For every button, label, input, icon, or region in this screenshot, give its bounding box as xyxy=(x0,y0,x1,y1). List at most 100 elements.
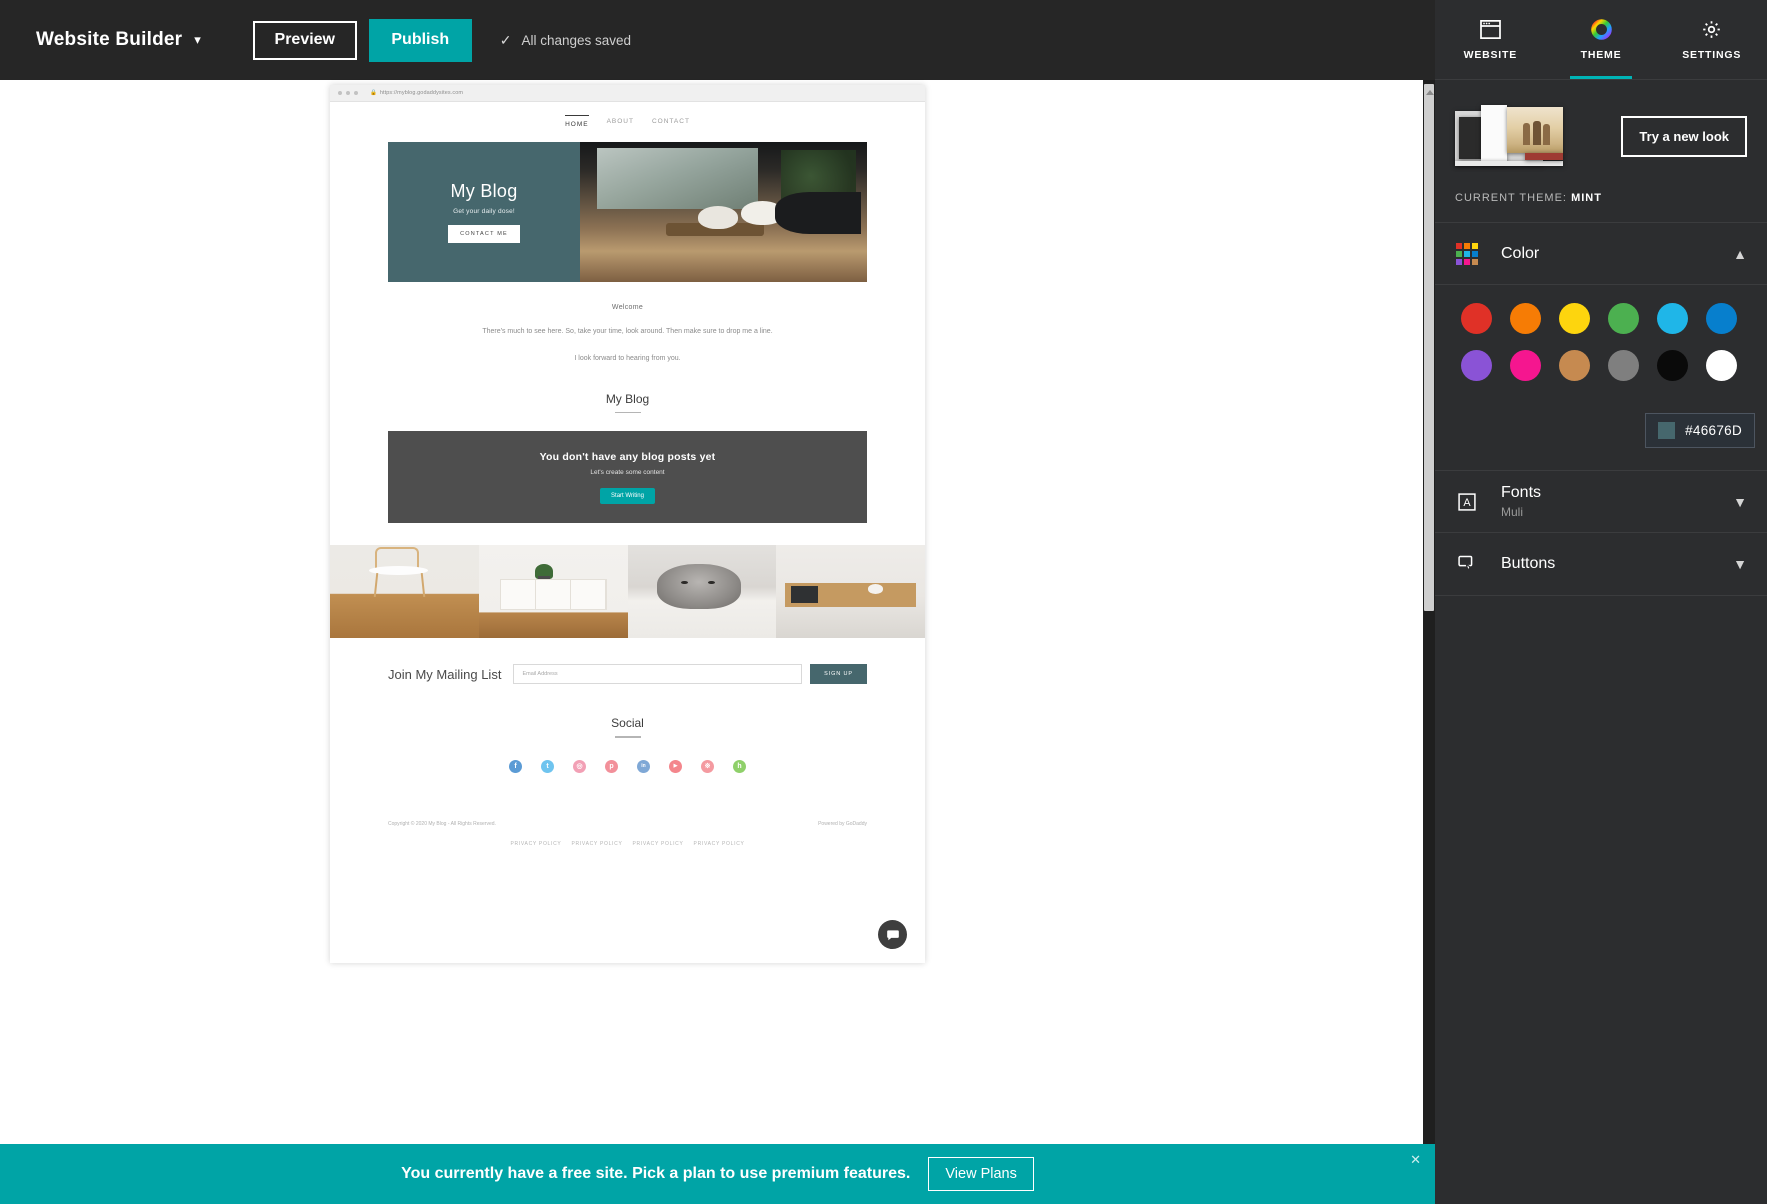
hero-title: My Blog xyxy=(450,181,518,201)
editor-canvas: 🔒 https://myblog.godaddysites.com HOME A… xyxy=(0,80,1435,1144)
empty-blog-card: You don't have any blog posts yet Let's … xyxy=(388,431,867,524)
privacy-policy-link[interactable]: PRIVACY POLICY xyxy=(510,841,561,847)
linkedin-icon[interactable]: in xyxy=(637,759,650,773)
social-section-header: Social xyxy=(330,716,925,738)
hero-photo xyxy=(580,142,867,282)
swatch-row-1 xyxy=(1461,303,1741,334)
chevron-down-icon[interactable]: ▼ xyxy=(1733,494,1747,510)
close-icon[interactable]: ✕ xyxy=(1410,1152,1421,1168)
welcome-section[interactable]: Welcome There's much to see here. So, ta… xyxy=(330,282,925,362)
view-plans-button[interactable]: View Plans xyxy=(928,1157,1034,1191)
chevron-down-icon[interactable]: ▼ xyxy=(1733,556,1747,572)
nav-item-contact[interactable]: CONTACT xyxy=(652,118,690,127)
privacy-policy-link[interactable]: PRIVACY POLICY xyxy=(694,841,745,847)
publish-button[interactable]: Publish xyxy=(368,18,472,62)
social-section-title: Social xyxy=(611,716,644,731)
theme-thumbnail[interactable] xyxy=(1455,103,1565,169)
welcome-paragraph: There's much to see here. So, take your … xyxy=(482,328,773,335)
swatch-purple[interactable] xyxy=(1461,350,1492,381)
welcome-heading: Welcome xyxy=(611,304,644,311)
browser-chrome: 🔒 https://myblog.godaddysites.com xyxy=(330,85,925,102)
email-input[interactable]: Email Address xyxy=(513,664,803,685)
theme-thumb-white-panel xyxy=(1481,105,1507,163)
current-theme-label: CURRENT THEME: MINT xyxy=(1435,192,1767,222)
swatch-blue[interactable] xyxy=(1706,303,1737,334)
swatch-cyan[interactable] xyxy=(1657,303,1688,334)
font-a-icon: A xyxy=(1455,490,1479,514)
tab-theme[interactable]: THEME xyxy=(1546,0,1657,79)
swatch-orange[interactable] xyxy=(1510,303,1541,334)
color-section-header[interactable]: Color ▲ xyxy=(1435,222,1767,284)
swatch-yellow[interactable] xyxy=(1559,303,1590,334)
hex-color-field[interactable]: #46676D xyxy=(1645,413,1755,448)
yelp-icon[interactable]: ※ xyxy=(701,759,714,773)
empty-blog-title: You don't have any blog posts yet xyxy=(539,450,716,463)
tab-theme-label: THEME xyxy=(1580,48,1622,61)
swatch-pink[interactable] xyxy=(1510,350,1541,381)
chair-back-shape xyxy=(374,547,420,568)
tab-settings[interactable]: SETTINGS xyxy=(1656,0,1767,79)
site-preview-frame[interactable]: 🔒 https://myblog.godaddysites.com HOME A… xyxy=(330,85,925,963)
app-title-menu[interactable]: Website Builder ▾ xyxy=(36,29,201,51)
current-theme-prefix: CURRENT THEME: xyxy=(1455,192,1567,204)
address-bar[interactable]: https://myblog.godaddysites.com xyxy=(380,90,463,96)
mailing-list-label: Join My Mailing List xyxy=(388,666,502,682)
try-new-look-button[interactable]: Try a new look xyxy=(1621,115,1747,157)
swatch-black[interactable] xyxy=(1657,350,1688,381)
canvas-scrollbar[interactable] xyxy=(1423,80,1435,1144)
twitter-icon[interactable]: t xyxy=(541,759,554,773)
chat-bubble-icon[interactable] xyxy=(878,920,907,949)
site-footer: Copyright © 2020 My Blog - All Rights Re… xyxy=(330,821,925,827)
nav-item-about[interactable]: ABOUT xyxy=(607,118,634,127)
check-icon: ✓ xyxy=(499,31,512,48)
save-status-label: All changes saved xyxy=(521,32,632,48)
privacy-policy-link[interactable]: PRIVACY POLICY xyxy=(633,841,684,847)
nav-item-home[interactable]: HOME xyxy=(565,114,589,130)
gallery-image-chair[interactable] xyxy=(330,545,479,639)
canvas-scrollbar-thumb[interactable] xyxy=(1424,84,1434,611)
panel-tab-bar: WEBSITE THEME SETTINGS xyxy=(1435,0,1767,80)
buttons-section-header[interactable]: Buttons ▼ xyxy=(1435,533,1767,595)
upgrade-banner-text: You currently have a free site. Pick a p… xyxy=(401,1165,911,1182)
youtube-icon[interactable]: ▶ xyxy=(669,759,682,773)
empty-blog-subtitle: Let's create some content xyxy=(590,468,665,476)
swatch-red[interactable] xyxy=(1461,303,1492,334)
fonts-section-title: Fonts xyxy=(1501,484,1542,501)
preview-button[interactable]: Preview xyxy=(252,20,357,60)
facebook-icon[interactable]: f xyxy=(509,759,522,773)
theme-thumb-strip xyxy=(1455,161,1563,166)
copyright-text: Copyright © 2020 My Blog - All Rights Re… xyxy=(388,820,496,827)
gallery-image-shelf[interactable] xyxy=(478,545,628,639)
save-status: ✓ All changes saved xyxy=(500,32,631,49)
buttons-section-title: Buttons xyxy=(1501,555,1556,572)
fonts-section-header[interactable]: A Fonts Muli ▼ xyxy=(1435,470,1767,532)
swatch-gray[interactable] xyxy=(1608,350,1639,381)
app-root: Website Builder ▾ Preview Publish ✓ All … xyxy=(0,0,1767,1204)
theme-thumb-dark-panel xyxy=(1459,117,1481,159)
swatch-green[interactable] xyxy=(1608,303,1639,334)
start-writing-button[interactable]: Start Writing xyxy=(600,487,655,504)
shelf-shape xyxy=(499,578,607,611)
swatch-white[interactable] xyxy=(1706,350,1737,381)
chevron-up-icon[interactable]: ▲ xyxy=(1733,246,1747,262)
photo-silhouette xyxy=(1523,123,1530,145)
hero-photo-arm xyxy=(775,192,862,235)
signup-button[interactable]: SIGN UP xyxy=(810,664,867,685)
houzz-icon[interactable]: h xyxy=(733,759,746,773)
hex-color-chip xyxy=(1658,422,1676,439)
top-toolbar: Website Builder ▾ Preview Publish ✓ All … xyxy=(0,0,1435,80)
app-title: Website Builder xyxy=(36,29,183,50)
image-gallery[interactable] xyxy=(330,545,925,639)
privacy-policy-link[interactable]: PRIVACY POLICY xyxy=(571,841,622,847)
swatch-tan[interactable] xyxy=(1559,350,1590,381)
pinterest-icon[interactable]: p xyxy=(605,759,618,773)
gallery-image-cat[interactable] xyxy=(627,545,777,639)
chevron-up-icon xyxy=(1426,90,1434,95)
gallery-image-credenza[interactable] xyxy=(776,545,925,639)
divider xyxy=(614,736,641,738)
tab-website[interactable]: WEBSITE xyxy=(1435,0,1546,79)
hero-section[interactable]: My Blog Get your daily dose! CONTACT ME xyxy=(388,142,867,282)
color-wheel-icon xyxy=(1590,19,1612,41)
instagram-icon[interactable]: ◎ xyxy=(573,759,586,773)
hero-contact-button[interactable]: CONTACT ME xyxy=(448,225,520,243)
